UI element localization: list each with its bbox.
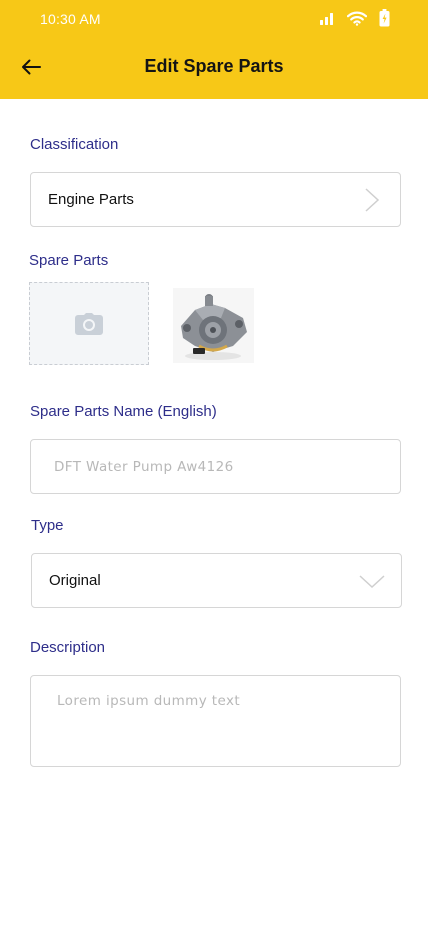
description-field	[30, 675, 401, 767]
spare-parts-name-field	[30, 439, 401, 494]
app-header: 10:30 AM Edit Spare Parts	[0, 0, 428, 99]
description-label: Description	[30, 639, 106, 656]
type-label: Type	[31, 517, 64, 534]
status-time: 10:30 AM	[40, 11, 101, 27]
spare-parts-label: Spare Parts	[29, 252, 109, 269]
description-input[interactable]	[31, 676, 400, 766]
spare-parts-name-label: Spare Parts Name (English)	[30, 403, 217, 420]
classification-value: Engine Parts	[48, 191, 134, 208]
battery-icon	[379, 9, 390, 27]
page-title: Edit Spare Parts	[144, 56, 284, 76]
chevron-down-icon	[359, 575, 385, 589]
status-bar: 10:30 AM	[0, 0, 428, 36]
wifi-icon	[347, 11, 367, 26]
status-icons	[319, 9, 390, 27]
chevron-right-icon	[365, 188, 380, 212]
spare-part-thumbnail[interactable]	[173, 288, 254, 363]
type-value: Original	[49, 572, 101, 589]
water-pump-image	[173, 288, 254, 363]
spare-parts-name-input[interactable]	[31, 440, 400, 493]
type-select[interactable]: Original	[31, 553, 402, 608]
add-photo-button[interactable]	[29, 282, 149, 365]
classification-select[interactable]: Engine Parts	[30, 172, 401, 227]
signal-icon	[319, 11, 335, 25]
camera-icon	[75, 312, 103, 335]
classification-label: Classification	[30, 136, 119, 153]
